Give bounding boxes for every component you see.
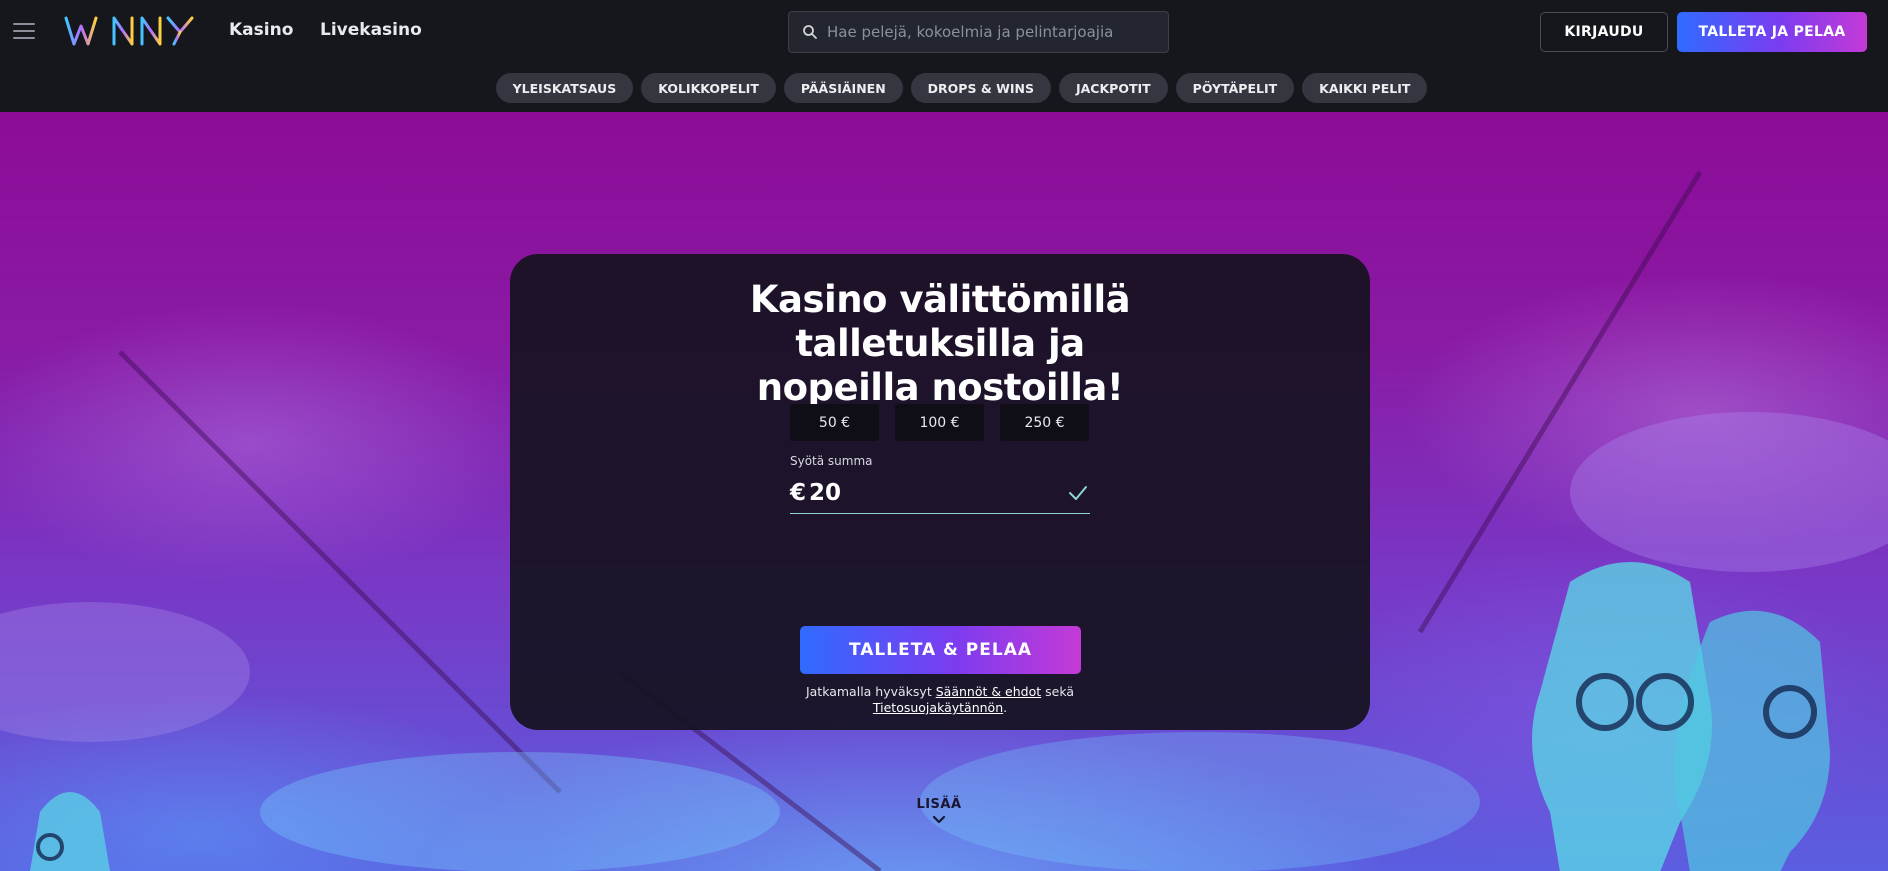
search-input[interactable] bbox=[827, 23, 1168, 41]
menu-icon[interactable] bbox=[13, 23, 35, 39]
amount-field[interactable]: € bbox=[790, 472, 1090, 514]
chevron-down-icon bbox=[932, 815, 946, 824]
headline-line: talletuksilla ja bbox=[795, 322, 1085, 365]
nav-livekasino[interactable]: Livekasino bbox=[320, 20, 422, 40]
amount-input[interactable] bbox=[809, 479, 1040, 506]
amount-option-250[interactable]: 250 € bbox=[1000, 404, 1089, 441]
search-bar[interactable] bbox=[788, 11, 1169, 53]
category-jackpotit[interactable]: JACKPOTIT bbox=[1058, 73, 1168, 103]
mascot-characters-illustration bbox=[1532, 562, 1830, 871]
terms-middle: sekä bbox=[1045, 684, 1075, 699]
more-button[interactable]: LISÄÄ bbox=[904, 797, 974, 826]
terms-prefix: Jatkamalla hyväksyt bbox=[805, 684, 932, 699]
mascot-small-illustration bbox=[30, 792, 110, 871]
privacy-policy-link[interactable]: Tietosuojakäytännön bbox=[873, 700, 1003, 715]
hero-headline: Kasino välittömillä talletuksilla ja nop… bbox=[510, 278, 1370, 410]
category-kaikki-pelit[interactable]: KAIKKI PELIT bbox=[1302, 73, 1428, 103]
winny-logo-mark bbox=[64, 16, 194, 46]
category-yleiskatsaus[interactable]: YLEISKATSAUS bbox=[495, 73, 634, 103]
nav-kasino[interactable]: Kasino bbox=[229, 20, 293, 40]
category-drops-wins[interactable]: DROPS & WINS bbox=[910, 73, 1051, 103]
amount-option-100[interactable]: 100 € bbox=[895, 404, 984, 441]
deposit-card: Kasino välittömillä talletuksilla ja nop… bbox=[510, 254, 1370, 730]
terms-suffix: . bbox=[1003, 700, 1008, 715]
amount-option-50[interactable]: 50 € bbox=[790, 404, 879, 441]
terms-conditions-link[interactable]: Säännöt & ehdot bbox=[936, 684, 1041, 699]
category-poytapelit[interactable]: PÖYTÄPELIT bbox=[1175, 73, 1295, 103]
category-nav: YLEISKATSAUS KOLIKKOPELIT PÄÄSIÄINEN DRO… bbox=[0, 73, 1888, 103]
login-button[interactable]: KIRJAUDU bbox=[1540, 12, 1668, 52]
winny-logo[interactable] bbox=[64, 14, 200, 52]
top-header: Kasino Livekasino KIRJAUDU TALLETA JA PE… bbox=[0, 0, 1888, 112]
category-paasiainen[interactable]: PÄÄSIÄINEN bbox=[783, 73, 903, 103]
terms-text: Jatkamalla hyväksyt Säännöt & ehdot sekä… bbox=[510, 684, 1370, 716]
headline-line: Kasino välittömillä bbox=[749, 278, 1131, 321]
search-icon bbox=[803, 25, 817, 39]
deposit-play-button[interactable]: TALLETA & PELAA bbox=[800, 626, 1081, 674]
more-label: LISÄÄ bbox=[916, 797, 962, 812]
hero-banner: Kasino välittömillä talletuksilla ja nop… bbox=[0, 112, 1888, 871]
check-icon bbox=[1069, 486, 1087, 500]
currency-symbol: € bbox=[790, 479, 807, 506]
category-kolikkopelit[interactable]: KOLIKKOPELIT bbox=[641, 73, 776, 103]
amount-field-label: Syötä summa bbox=[790, 454, 873, 468]
amount-options: 50 € 100 € 250 € bbox=[790, 404, 1089, 441]
deposit-play-top-button[interactable]: TALLETA JA PELAA bbox=[1677, 12, 1867, 52]
